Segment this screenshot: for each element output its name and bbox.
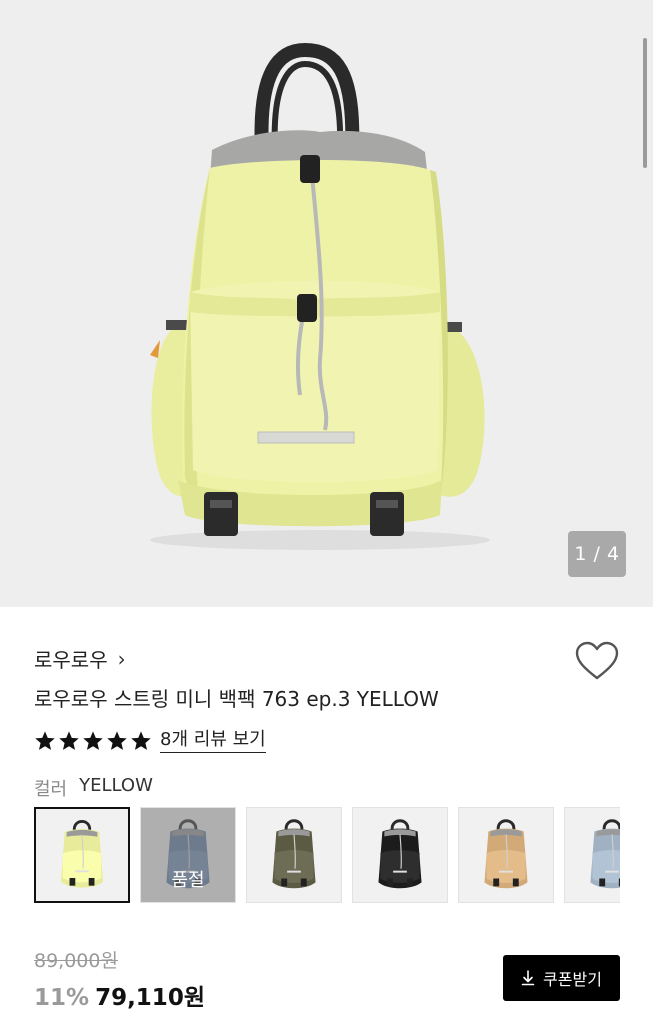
brand-name: 로우로우 (34, 648, 108, 672)
color-swatch[interactable]: 품절 (140, 807, 236, 903)
product-title: 로우로우 스트링 미니 백팩 763 ep.3 YELLOW (34, 687, 439, 711)
backpack-image (150, 42, 490, 550)
color-swatch[interactable] (564, 807, 620, 903)
image-pager-badge: 1 / 4 (568, 531, 626, 577)
review-link[interactable]: 8개 리뷰 보기 (160, 729, 266, 753)
star-filled-icon (83, 731, 103, 750)
color-selected-value: YELLOW (79, 775, 153, 796)
color-swatch[interactable] (458, 807, 554, 903)
star-filled-icon (35, 731, 55, 750)
color-swatch-list[interactable]: 품절 (34, 807, 620, 903)
star-filled-icon (131, 731, 151, 750)
backpack-thumbnail (60, 820, 104, 888)
soldout-label: 품절 (171, 870, 205, 891)
wishlist-button[interactable] (574, 640, 620, 682)
color-swatch[interactable] (352, 807, 448, 903)
color-selected-row: 컬러 YELLOW (34, 775, 153, 801)
color-label: 컬러 (34, 779, 68, 800)
download-icon (521, 970, 535, 986)
scroll-indicator (643, 38, 647, 168)
coupon-download-button[interactable]: 쿠폰받기 (503, 955, 620, 1001)
heart-outline-icon (575, 641, 619, 680)
star-filled-icon (59, 731, 79, 750)
rating-stars (34, 730, 152, 752)
discount-rate: 11% (34, 985, 90, 1011)
product-image-carousel[interactable]: 1 / 4 (0, 0, 653, 607)
backpack-thumbnail (484, 819, 528, 889)
backpack-thumbnail (272, 819, 316, 889)
brand-link[interactable]: 로우로우 › (34, 644, 126, 673)
original-price: 89,000원 (34, 950, 118, 972)
color-swatch[interactable] (246, 807, 342, 903)
price-row: 11% 79,110원 (34, 978, 205, 1012)
coupon-label: 쿠폰받기 (543, 970, 602, 989)
chevron-right-icon: › (117, 646, 126, 671)
backpack-thumbnail (378, 819, 422, 889)
rating-row: 8개 리뷰 보기 (34, 728, 266, 754)
star-filled-icon (107, 731, 127, 750)
color-swatch[interactable] (34, 807, 130, 903)
final-price: 79,110원 (95, 985, 205, 1011)
backpack-thumbnail (590, 819, 620, 889)
